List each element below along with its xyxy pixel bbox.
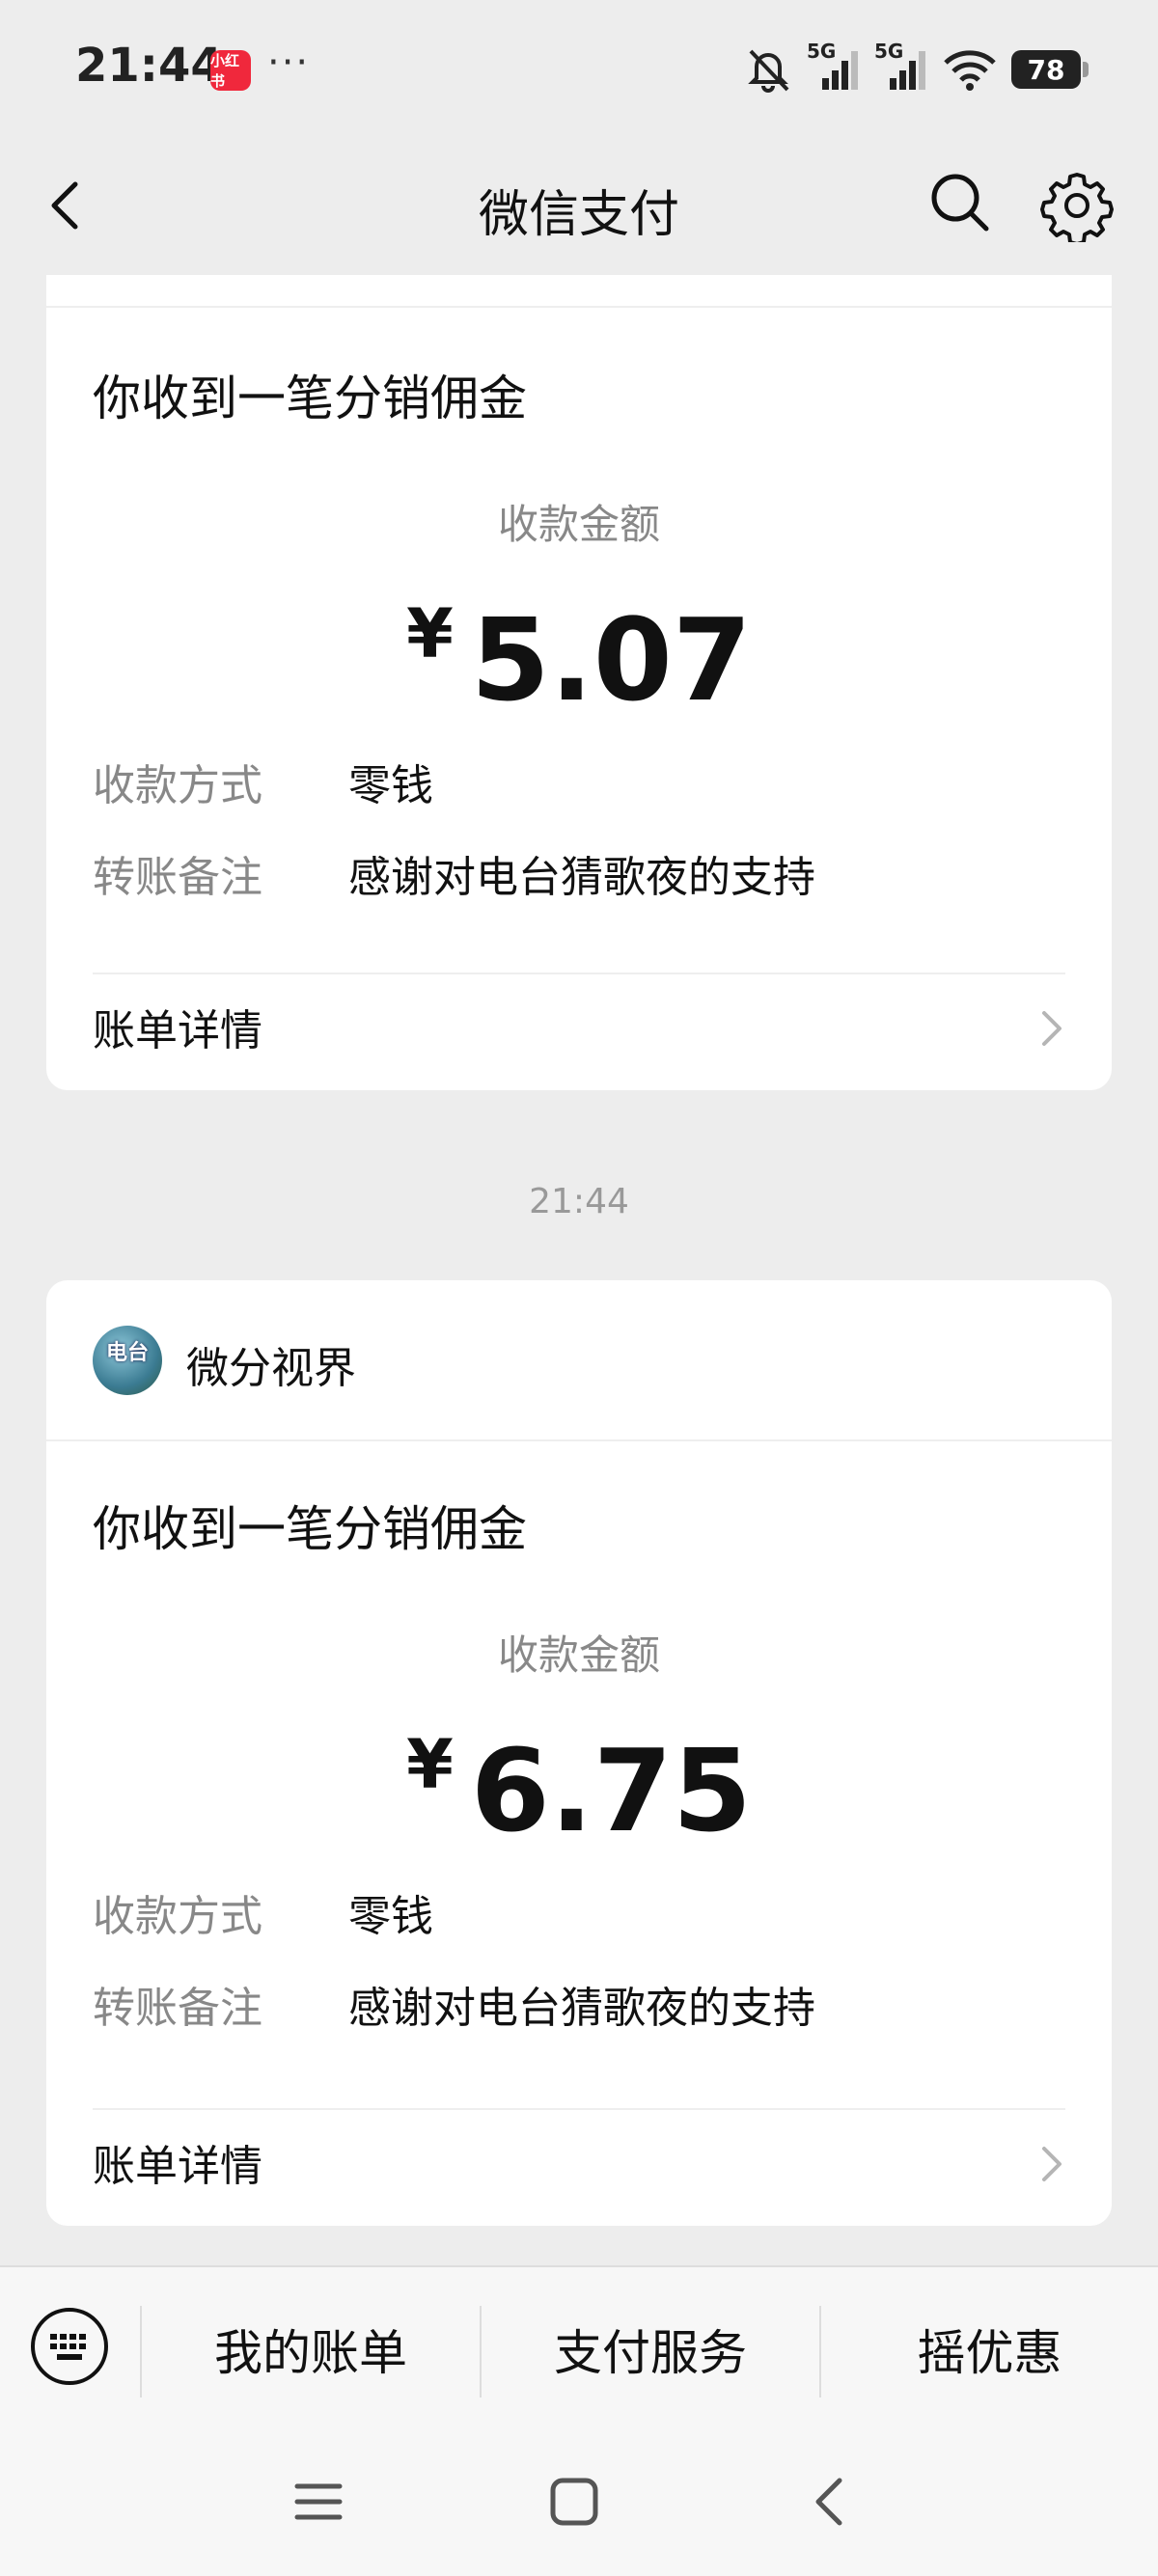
chevron-right-icon [1042,2147,1062,2181]
battery-indicator: 78 [1011,50,1089,89]
method-value: 零钱 [348,761,433,810]
bill-details-label: 账单详情 [93,1006,262,1055]
mute-icon [748,49,789,93]
method-label: 收款方式 [93,1892,262,1941]
sender-name: 微分视界 [186,1344,356,1393]
search-icon[interactable] [926,169,994,236]
status-icons: 5G 5G 78 [743,40,1089,98]
amount-label: 收款金额 [497,501,660,548]
card-title: 你收到一笔分销佣金 [93,370,527,426]
divider [46,306,1112,308]
bill-details-link[interactable]: 账单详情 [93,2110,1065,2206]
recent-apps-icon[interactable] [290,2473,347,2531]
currency-symbol: ¥ [406,594,454,673]
note-label: 转账备注 [93,1984,262,2033]
status-time: 21:44 [75,39,223,93]
system-nav-bar [0,2429,1158,2576]
amount-number: 5.07 [470,593,752,726]
avatar: 电台 [93,1326,162,1395]
wifi-icon [944,50,996,91]
card-title: 你收到一笔分销佣金 [93,1501,527,1557]
card-header[interactable]: 电台 微分视界 [46,1280,1112,1441]
payment-card: 电台 微分视界 你收到一笔分销佣金 收款金额 ¥6.75 收款方式 零钱 转账备… [46,1280,1112,2226]
bill-details-link[interactable]: 账单详情 [93,974,1065,1071]
keyboard-icon[interactable] [29,2306,110,2387]
note-label: 转账备注 [93,853,262,902]
amount-number: 6.75 [470,1724,752,1857]
amount-value: ¥6.75 [46,1724,1112,1857]
bottom-menu: 我的账单 支付服务 摇优惠 [0,2265,1158,2429]
home-icon[interactable] [545,2473,603,2531]
bill-details-label: 账单详情 [93,2142,262,2191]
menu-item-my-bills[interactable]: 我的账单 [142,2301,480,2398]
signal-2-icon: 5G [874,40,928,94]
menu-item-payment-services[interactable]: 支付服务 [482,2301,819,2398]
avatar-text: 电台 [105,1341,149,1365]
method-value: 零钱 [348,1892,433,1941]
more-notifications-icon: ··· [267,41,311,85]
note-value: 感谢对电台猜歌夜的支持 [348,1984,815,2033]
nav-bar: 微信支付 [0,140,1158,275]
note-value: 感谢对电台猜歌夜的支持 [348,853,815,902]
status-bar: 21:44 小红书 ··· 5G 5G 78 [0,0,1158,140]
payment-card: 你收到一笔分销佣金 收款金额 ¥5.07 收款方式 零钱 转账备注 感谢对电台猜… [46,275,1112,1090]
amount-label: 收款金额 [497,1631,660,1679]
system-back-icon[interactable] [801,2473,859,2531]
signal-1-icon: 5G [807,40,861,94]
method-label: 收款方式 [93,761,262,810]
chevron-right-icon [1042,1011,1062,1046]
xiaohongshu-app-icon: 小红书 [210,50,251,91]
menu-item-shake-offers[interactable]: 摇优惠 [821,2301,1158,2398]
currency-symbol: ¥ [406,1725,454,1804]
gear-icon[interactable] [1040,169,1114,242]
message-timestamp: 21:44 [529,1182,629,1221]
amount-value: ¥5.07 [46,593,1112,726]
